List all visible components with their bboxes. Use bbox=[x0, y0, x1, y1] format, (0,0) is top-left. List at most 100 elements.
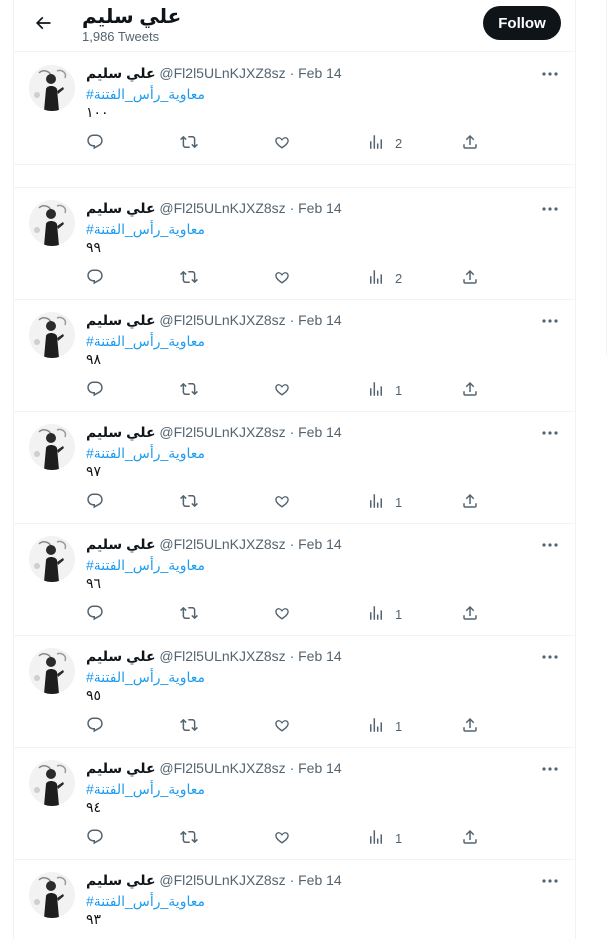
reply-button[interactable] bbox=[86, 380, 104, 401]
tweet[interactable]: علي سليم @Fl2l5ULnKJXZ8sz · Feb 14 #معاو… bbox=[14, 53, 575, 165]
retweet-button[interactable] bbox=[180, 268, 198, 289]
share-button[interactable] bbox=[461, 828, 479, 849]
author-name[interactable]: علي سليم bbox=[86, 648, 156, 664]
retweet-icon bbox=[180, 492, 198, 513]
author-name[interactable]: علي سليم bbox=[86, 200, 156, 216]
retweet-icon bbox=[180, 604, 198, 625]
retweet-button[interactable] bbox=[180, 716, 198, 737]
hashtag-link[interactable]: #معاوية_رأس_الفتنة bbox=[86, 445, 205, 462]
author-name[interactable]: علي سليم bbox=[86, 312, 156, 328]
retweet-button[interactable] bbox=[180, 133, 198, 154]
author-handle[interactable]: @Fl2l5ULnKJXZ8sz bbox=[159, 536, 285, 552]
reply-button[interactable] bbox=[86, 604, 104, 625]
share-button[interactable] bbox=[461, 716, 479, 737]
retweet-button[interactable] bbox=[180, 828, 198, 849]
author-handle[interactable]: @Fl2l5ULnKJXZ8sz bbox=[159, 760, 285, 776]
hashtag-link[interactable]: #معاوية_رأس_الفتنة bbox=[86, 221, 205, 238]
like-button[interactable] bbox=[273, 604, 291, 625]
tweet-date[interactable]: Feb 14 bbox=[298, 424, 342, 440]
avatar[interactable] bbox=[29, 648, 75, 694]
retweet-button[interactable] bbox=[180, 492, 198, 513]
tweet-date[interactable]: Feb 14 bbox=[298, 312, 342, 328]
avatar[interactable] bbox=[29, 424, 75, 470]
author-handle[interactable]: @Fl2l5ULnKJXZ8sz bbox=[159, 65, 285, 81]
avatar[interactable] bbox=[29, 760, 75, 806]
avatar[interactable] bbox=[29, 200, 75, 246]
views-button[interactable]: 1 bbox=[367, 492, 402, 513]
author-name[interactable]: علي سليم bbox=[86, 424, 156, 440]
tweet-date[interactable]: Feb 14 bbox=[298, 200, 342, 216]
share-button[interactable] bbox=[461, 380, 479, 401]
hashtag-link[interactable]: #معاوية_رأس_الفتنة bbox=[86, 557, 205, 574]
tweet-date[interactable]: Feb 14 bbox=[298, 760, 342, 776]
avatar[interactable] bbox=[29, 312, 75, 358]
follow-button[interactable]: Follow bbox=[483, 6, 561, 40]
reply-icon bbox=[86, 133, 104, 154]
more-button[interactable] bbox=[540, 536, 560, 552]
author-handle[interactable]: @Fl2l5ULnKJXZ8sz bbox=[159, 872, 285, 888]
author-handle[interactable]: @Fl2l5ULnKJXZ8sz bbox=[159, 424, 285, 440]
tweet[interactable]: علي سليم @Fl2l5ULnKJXZ8sz · Feb 14 #معاو… bbox=[14, 860, 575, 939]
author-name[interactable]: علي سليم bbox=[86, 760, 156, 776]
author-name[interactable]: علي سليم bbox=[86, 872, 156, 888]
views-button[interactable]: 1 bbox=[367, 716, 402, 737]
tweet[interactable]: علي سليم @Fl2l5ULnKJXZ8sz · Feb 14 #معاو… bbox=[14, 748, 575, 860]
reply-button[interactable] bbox=[86, 828, 104, 849]
tweet[interactable]: علي سليم @Fl2l5ULnKJXZ8sz · Feb 14 #معاو… bbox=[14, 412, 575, 524]
tweet-date[interactable]: Feb 14 bbox=[298, 872, 342, 888]
tweet[interactable]: علي سليم @Fl2l5ULnKJXZ8sz · Feb 14 #معاو… bbox=[14, 636, 575, 748]
dot-separator: · bbox=[289, 200, 295, 216]
back-button[interactable] bbox=[26, 8, 60, 42]
views-button[interactable]: 1 bbox=[367, 604, 402, 625]
hashtag-link[interactable]: #معاوية_رأس_الفتنة bbox=[86, 893, 205, 910]
more-button[interactable] bbox=[540, 200, 560, 216]
views-button[interactable]: 2 bbox=[367, 268, 402, 289]
dot-separator: · bbox=[289, 872, 295, 888]
share-button[interactable] bbox=[461, 133, 479, 154]
hashtag-link[interactable]: #معاوية_رأس_الفتنة bbox=[86, 669, 205, 686]
share-button[interactable] bbox=[461, 492, 479, 513]
author-name[interactable]: علي سليم bbox=[86, 65, 156, 81]
hashtag-link[interactable]: #معاوية_رأس_الفتنة bbox=[86, 781, 205, 798]
views-button[interactable]: 1 bbox=[367, 380, 402, 401]
tweet-date[interactable]: Feb 14 bbox=[298, 65, 342, 81]
author-handle[interactable]: @Fl2l5ULnKJXZ8sz bbox=[159, 648, 285, 664]
views-button[interactable]: 1 bbox=[367, 828, 402, 849]
tweet[interactable]: علي سليم @Fl2l5ULnKJXZ8sz · Feb 14 #معاو… bbox=[14, 188, 575, 300]
hashtag-link[interactable]: #معاوية_رأس_الفتنة bbox=[86, 333, 205, 350]
more-button[interactable] bbox=[540, 760, 560, 776]
reply-icon bbox=[86, 716, 104, 737]
author-handle[interactable]: @Fl2l5ULnKJXZ8sz bbox=[159, 312, 285, 328]
more-button[interactable] bbox=[540, 65, 560, 81]
avatar[interactable] bbox=[29, 536, 75, 582]
share-button[interactable] bbox=[461, 604, 479, 625]
author-name[interactable]: علي سليم bbox=[86, 536, 156, 552]
retweet-button[interactable] bbox=[180, 604, 198, 625]
like-button[interactable] bbox=[273, 380, 291, 401]
tweet-date[interactable]: Feb 14 bbox=[298, 536, 342, 552]
like-button[interactable] bbox=[273, 828, 291, 849]
reply-button[interactable] bbox=[86, 268, 104, 289]
avatar[interactable] bbox=[29, 65, 75, 111]
more-button[interactable] bbox=[540, 872, 560, 888]
author-handle[interactable]: @Fl2l5ULnKJXZ8sz bbox=[159, 200, 285, 216]
like-button[interactable] bbox=[273, 492, 291, 513]
reply-button[interactable] bbox=[86, 133, 104, 154]
like-button[interactable] bbox=[273, 268, 291, 289]
like-button[interactable] bbox=[273, 716, 291, 737]
retweet-button[interactable] bbox=[180, 380, 198, 401]
avatar[interactable] bbox=[29, 872, 75, 918]
tweet-date[interactable]: Feb 14 bbox=[298, 648, 342, 664]
share-button[interactable] bbox=[461, 268, 479, 289]
tweet[interactable]: علي سليم @Fl2l5ULnKJXZ8sz · Feb 14 #معاو… bbox=[14, 524, 575, 636]
more-button[interactable] bbox=[540, 424, 560, 440]
more-button[interactable] bbox=[540, 648, 560, 664]
reply-button[interactable] bbox=[86, 716, 104, 737]
tweet[interactable]: علي سليم @Fl2l5ULnKJXZ8sz · Feb 14 #معاو… bbox=[14, 300, 575, 412]
views-button[interactable]: 2 bbox=[367, 133, 402, 154]
more-button[interactable] bbox=[540, 312, 560, 328]
hashtag-link[interactable]: #معاوية_رأس_الفتنة bbox=[86, 86, 205, 103]
reply-button[interactable] bbox=[86, 492, 104, 513]
like-button[interactable] bbox=[273, 133, 291, 154]
views-count: 1 bbox=[395, 383, 403, 398]
